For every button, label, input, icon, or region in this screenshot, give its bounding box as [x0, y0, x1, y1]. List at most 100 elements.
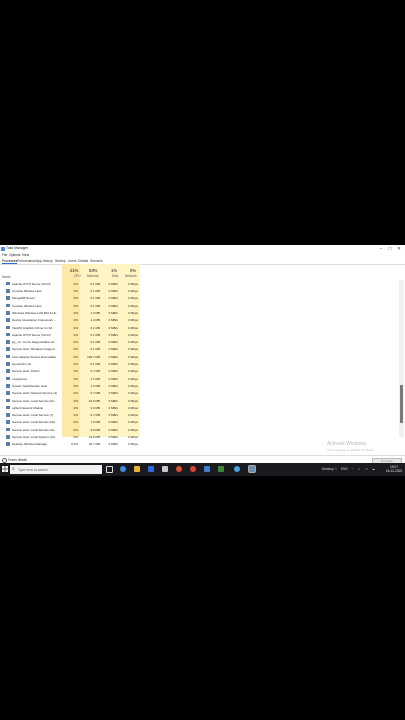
search-placeholder: Type here to search — [18, 467, 48, 472]
cpu-column-header[interactable]: CPU — [74, 274, 81, 278]
disk-value: 0 MB/s — [108, 340, 118, 345]
cpu-value: 0% — [73, 354, 78, 359]
network-column-header[interactable]: Network — [125, 274, 137, 278]
process-icon — [6, 376, 10, 381]
minimize-button[interactable]: – — [377, 245, 385, 252]
process-row[interactable]: › Service Host: Local Service (Net... 0% 7.… — [0, 419, 395, 426]
expand-chevron-icon[interactable]: › — [2, 355, 3, 358]
menu-view[interactable]: View — [22, 253, 29, 257]
process-name: Windows Wireless LAN 802.11 E... — [12, 310, 59, 315]
process-row[interactable]: › Service Host: Local Service (7) 0% 6.7 MB… — [0, 411, 395, 418]
app-icon[interactable] — [234, 466, 240, 472]
close-button[interactable]: ✕ — [395, 245, 403, 252]
process-row[interactable]: Console Window Host 0% 0.1 MB 0 MB/s 0 Mbps — [0, 302, 395, 309]
expand-chevron-icon[interactable]: › — [2, 421, 3, 424]
expand-chevron-icon[interactable]: › — [2, 406, 3, 409]
expand-chevron-icon[interactable]: › — [2, 370, 3, 373]
expand-chevron-icon[interactable]: › — [2, 399, 3, 402]
tab-details[interactable]: Details — [78, 259, 88, 263]
process-row[interactable]: Console Window Host 0% 0.1 MB 0 MB/s 0 Mbps — [0, 287, 395, 294]
mail-icon[interactable] — [162, 466, 168, 472]
process-name: sqlite3 Network Module — [12, 405, 44, 410]
tab-startup[interactable]: Startup — [55, 259, 66, 263]
process-row[interactable]: › Service Host: DCOm 0% 6.7 MB 0 MB/s 0 Mbps — [0, 368, 395, 375]
expand-chevron-icon[interactable]: › — [2, 384, 3, 387]
memory-total: 53% — [89, 268, 98, 273]
process-row[interactable]: › sqlite3 Network Module 0% 3.0 MB 0 MB/s 0 M… — [0, 404, 395, 411]
process-icon — [6, 435, 10, 439]
tab-app-history[interactable]: App history — [36, 259, 53, 263]
store-icon[interactable] — [148, 466, 154, 472]
expand-chevron-icon[interactable]: › — [2, 392, 3, 395]
process-row[interactable]: Device Association Framework ... 0% 1.4 MB… — [0, 317, 395, 324]
edge-browser-icon[interactable] — [120, 466, 126, 472]
process-row[interactable]: jsy_v3 - Kumo bagsyreliable Ho... 0% 0.1 M… — [0, 338, 395, 345]
disk-value: 0 MB/s — [108, 369, 118, 374]
memory-value: 1.7 MB — [90, 376, 100, 381]
process-row[interactable]: › Service Host: Local System (13) 0% 13.0 M… — [0, 433, 395, 440]
language-indicator[interactable]: ENG — [341, 467, 348, 471]
file-explorer-icon[interactable] — [134, 466, 140, 472]
process-icon — [6, 325, 10, 330]
taskbar-search-box[interactable]: ⌕ Type here to search — [10, 465, 102, 474]
window-title: Task Manager — [6, 246, 28, 250]
tab-services[interactable]: Services — [90, 259, 103, 263]
process-row[interactable]: Intel(R) Graphics Driver for Wi... 0% 0.1 … — [0, 324, 395, 331]
expand-chevron-icon[interactable]: › — [2, 377, 3, 380]
tab-users[interactable]: Users — [68, 259, 77, 263]
vscode-icon[interactable] — [204, 466, 210, 472]
cpu-value: 0% — [73, 362, 78, 367]
scrollbar-thumb[interactable] — [400, 385, 403, 423]
menu-file[interactable]: File — [2, 253, 7, 257]
process-row[interactable]: Windows Wireless LAN 802.11 E... 0% 1.0 MB… — [0, 309, 395, 316]
battery-icon[interactable]: ▭ — [365, 467, 368, 471]
memory-value: 0.1 MB — [90, 296, 100, 301]
memory-value: 1.0 MB — [90, 310, 100, 315]
memory-column-header[interactable]: Memory — [87, 274, 99, 278]
process-name: jsy_v3 - Kumo bagsyreliable Ho... — [12, 340, 57, 345]
process-row[interactable]: › System Spellchecker Host 0% 1.3 MB 0 MB/s 0… — [0, 382, 395, 389]
process-row[interactable]: › spoolsvSrv (2) 0% 0.1 MB 0 MB/s 0 Mbps — [0, 360, 395, 367]
desktop-toolbar[interactable]: Desktop — [322, 467, 334, 471]
process-row[interactable]: › Service Host: Local Service (No... 0% 16.… — [0, 397, 395, 404]
maximize-button[interactable]: □ — [386, 245, 394, 252]
expand-chevron-icon[interactable]: › — [2, 428, 3, 431]
process-row[interactable]: Apache HTTP Server (32 bit) 0% 0.1 MB 0 MB/… — [0, 331, 395, 338]
volume-icon[interactable]: ◖ — [358, 467, 360, 471]
chevron-up-tray-icon[interactable]: ˄ — [335, 467, 337, 471]
name-column-header[interactable]: Name — [2, 275, 11, 279]
expand-chevron-icon[interactable]: › — [2, 413, 3, 416]
expand-chevron-icon[interactable]: › — [2, 435, 3, 438]
windows-start-icon[interactable] — [2, 466, 8, 472]
task-view-icon[interactable] — [106, 466, 113, 473]
activation-watermark: Activate Windows Go to Settings to activ… — [327, 441, 374, 452]
process-row[interactable]: › Anti-malware Service Executable 0% 105.7 … — [0, 353, 395, 360]
disk-column-header[interactable]: Disk — [112, 274, 118, 278]
process-row[interactable]: Apache HTTP Server (32 bit) 0% 0.1 MB 0 MB/… — [0, 280, 395, 287]
wifi-icon[interactable]: ◔ — [351, 467, 353, 471]
network-value: 0 Mbps — [128, 281, 138, 286]
process-icon — [6, 405, 10, 410]
process-row[interactable]: › Service Host: Windows Image A... 0% 0.1 M… — [0, 346, 395, 353]
cpu-value: 0% — [73, 398, 78, 403]
process-row[interactable]: › mysqld.exe 0% 1.7 MB 0 MB/s 0 Mbps — [0, 375, 395, 382]
chrome-icon[interactable] — [190, 466, 196, 472]
process-row[interactable]: MongoDB Server 0% 0.1 MB 0 MB/s 0 Mbps — [0, 295, 395, 302]
firefox-icon[interactable] — [176, 466, 182, 472]
tab-performance[interactable]: Performance — [17, 259, 36, 263]
process-row[interactable]: › Service Host: Local Service (Ne... 0% 6.8… — [0, 426, 395, 433]
disk-value: 0 MB/s — [108, 303, 118, 308]
expand-chevron-icon[interactable]: › — [2, 348, 3, 351]
cloud-icon[interactable]: ☁ — [372, 467, 375, 471]
cpu-value: 0% — [73, 435, 78, 440]
terminal-icon[interactable] — [218, 466, 224, 472]
cpu-value: 0% — [73, 347, 78, 352]
expand-chevron-icon[interactable]: › — [2, 362, 3, 365]
network-value: 0 Mbps — [128, 369, 138, 374]
menu-options[interactable]: Options — [9, 253, 20, 257]
cpu-value: 0% — [73, 325, 78, 330]
process-row[interactable]: › Service Host: Network Service (4) 0% 6.7 … — [0, 390, 395, 397]
task-manager-taskbar-icon[interactable] — [248, 465, 256, 473]
clock[interactable]: 19:07 16-12-2022 — [384, 465, 404, 474]
fewer-details-link[interactable]: Fewer details — [8, 458, 27, 462]
